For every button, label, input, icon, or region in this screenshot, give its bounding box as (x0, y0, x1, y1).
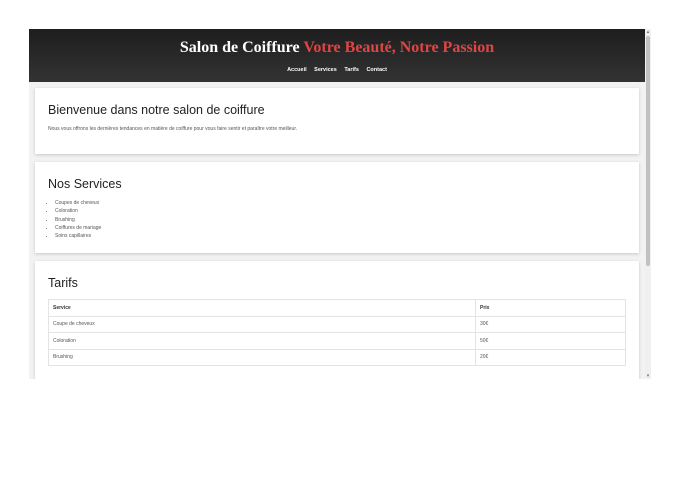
column-header-prix: Prix (475, 299, 626, 317)
nav-link-accueil[interactable]: Accueil (287, 67, 307, 73)
column-header-service: Service (48, 299, 476, 317)
scroll-up-arrow-icon[interactable]: ▴ (645, 29, 651, 35)
table-row: Brushing 20€ (48, 348, 626, 366)
site-header: Salon de Coiffure Votre Beauté, Notre Pa… (29, 29, 645, 82)
tarifs-heading: Tarifs (48, 276, 78, 290)
scrollbar-thumb[interactable] (646, 36, 650, 266)
nav-link-services[interactable]: Services (314, 67, 337, 73)
vertical-scrollbar[interactable]: ▴ ▾ (645, 29, 651, 379)
services-heading: Nos Services (48, 177, 122, 191)
site-title: Salon de Coiffure Votre Beauté, Notre Pa… (29, 39, 645, 57)
table-cell-prix: 30€ (475, 315, 626, 333)
table-cell-service: Brushing (48, 348, 476, 366)
site-title-main: Salon de Coiffure (179, 39, 300, 56)
tarifs-section: Tarifs Service Prix Coupe de cheveux 30€… (35, 261, 639, 379)
table-row: Coupe de cheveux 30€ (48, 315, 626, 333)
nav-link-contact[interactable]: Contact (366, 67, 386, 73)
list-item: Brushing (55, 216, 101, 224)
scroll-down-arrow-icon[interactable]: ▾ (645, 373, 651, 379)
site-title-accent: Votre Beauté, Notre Passion (303, 39, 495, 56)
welcome-text: Nous vous offrons les dernières tendance… (48, 126, 298, 132)
table-cell-prix: 50€ (475, 332, 626, 350)
table-cell-service: Coupe de cheveux (48, 315, 476, 333)
services-list: Coupes de cheveux Coloration Brushing Co… (55, 199, 101, 240)
list-item: Soins capillaires (55, 232, 101, 240)
main-nav: Accueil Services Tarifs Contact (29, 67, 645, 74)
welcome-heading: Bienvenue dans notre salon de coiffure (48, 103, 265, 117)
list-item: Coiffures de mariage (55, 224, 101, 232)
browser-viewport: Salon de Coiffure Votre Beauté, Notre Pa… (29, 29, 651, 379)
list-item: Coloration (55, 207, 101, 215)
table-cell-prix: 20€ (475, 348, 626, 366)
table-cell-service: Coloration (48, 332, 476, 350)
nav-link-tarifs[interactable]: Tarifs (344, 67, 359, 73)
services-section: Nos Services Coupes de cheveux Coloratio… (35, 162, 639, 253)
tarifs-table: Service Prix Coupe de cheveux 30€ Colora… (48, 299, 626, 366)
table-header-row: Service Prix (48, 299, 626, 317)
welcome-section: Bienvenue dans notre salon de coiffure N… (35, 88, 639, 154)
table-row: Coloration 50€ (48, 332, 626, 350)
list-item: Coupes de cheveux (55, 199, 101, 207)
